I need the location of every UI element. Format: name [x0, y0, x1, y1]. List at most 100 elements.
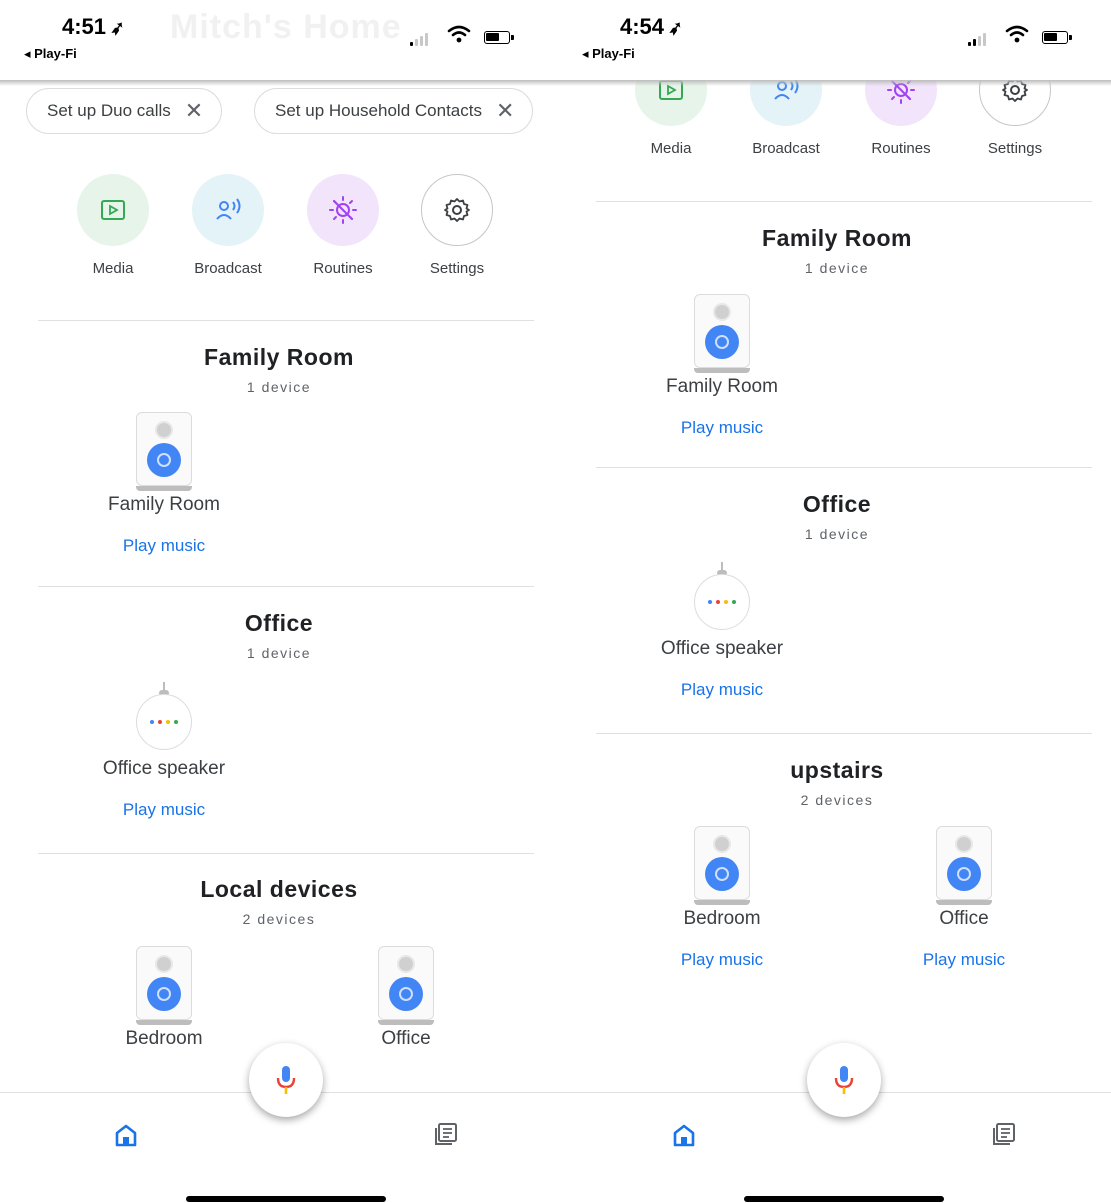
play-music-link[interactable]: Play music [622, 950, 822, 970]
device-bedroom[interactable]: Bedroom Play music [622, 826, 822, 970]
media-icon [77, 174, 149, 246]
device-office-speaker[interactable]: Office speaker Play music [622, 562, 822, 700]
voice-assistant-button[interactable] [249, 1043, 323, 1117]
status-time: 4:51 ➶ [62, 14, 127, 40]
room-title-upstairs: upstairs [790, 757, 884, 783]
room-device-count: 1 device [804, 260, 870, 276]
divider [596, 201, 1092, 202]
home-indicator[interactable] [186, 1196, 386, 1202]
close-icon[interactable]: ✕ [496, 100, 514, 122]
room-title-office: Office [802, 491, 872, 517]
mini-speaker-icon [694, 562, 750, 630]
home-icon[interactable] [671, 1122, 697, 1148]
signal-icon [968, 30, 986, 46]
battery-icon [1042, 31, 1072, 44]
room-title-family-room: Family Room [762, 225, 912, 251]
settings-icon [421, 174, 493, 246]
location-arrow-icon: ➶ [108, 16, 127, 40]
speaker-icon [694, 826, 750, 905]
chip-label: Set up Household Contacts [275, 101, 482, 120]
divider [38, 320, 534, 321]
home-icon[interactable] [113, 1122, 139, 1148]
battery-icon [484, 31, 514, 44]
device-office[interactable]: Office [306, 946, 506, 1050]
chip-label: Set up Duo calls [47, 101, 171, 120]
shortcut-label: Routines [313, 260, 373, 277]
divider [596, 733, 1092, 734]
divider [38, 586, 534, 587]
shortcut-label: Broadcast [752, 140, 820, 157]
routines-icon [307, 174, 379, 246]
room-title-local-devices: Local devices [200, 876, 358, 902]
speaker-icon [136, 412, 192, 491]
wifi-icon [1005, 25, 1029, 43]
room-device-count: 1 device [804, 526, 870, 542]
broadcast-icon [192, 174, 264, 246]
device-office-speaker[interactable]: Office speaker Play music [64, 682, 264, 820]
play-music-link[interactable]: Play music [64, 536, 264, 556]
device-name: Office [939, 908, 989, 929]
shortcut-label: Broadcast [194, 260, 262, 277]
broadcast-button[interactable]: Broadcast [173, 174, 283, 277]
voice-assistant-button[interactable] [807, 1043, 881, 1117]
room-device-count: 2 devices [800, 792, 874, 808]
back-to-app-link[interactable]: ◂ Play-Fi [24, 46, 77, 62]
play-music-link[interactable]: Play music [622, 418, 822, 438]
device-name: Bedroom [683, 908, 761, 929]
microphone-icon [834, 1066, 854, 1094]
speaker-icon [378, 946, 434, 1025]
close-icon[interactable]: ✕ [185, 100, 203, 122]
speaker-icon [694, 294, 750, 373]
time-text: 4:51 [62, 14, 107, 39]
header-shadow [558, 80, 1111, 86]
feed-icon[interactable] [991, 1121, 1017, 1147]
room-device-count: 2 devices [242, 911, 316, 927]
shortcut-label: Settings [429, 260, 485, 277]
divider [596, 467, 1092, 468]
device-office[interactable]: Office Play music [864, 826, 1064, 970]
device-name: Family Room [666, 376, 778, 397]
device-family-room[interactable]: Family Room Play music [622, 294, 822, 438]
status-bar: Mitch's Home 4:51 ➶ ◂ Play-Fi [0, 0, 558, 80]
divider [38, 853, 534, 854]
signal-icon [410, 30, 428, 46]
settings-button[interactable]: Settings [402, 174, 512, 277]
wifi-icon [447, 25, 471, 43]
duo-calls-chip[interactable]: Set up Duo calls ✕ [26, 88, 223, 134]
mini-speaker-icon [136, 682, 192, 750]
header-shadow [0, 80, 558, 86]
household-contacts-chip[interactable]: Set up Household Contacts ✕ [254, 88, 534, 134]
room-device-count: 1 device [246, 379, 312, 395]
shortcut-label: Settings [987, 140, 1043, 157]
media-button[interactable]: Media [58, 174, 168, 277]
device-name: Bedroom [125, 1028, 203, 1049]
play-music-link[interactable]: Play music [622, 680, 822, 700]
location-arrow-icon: ➶ [666, 16, 685, 40]
status-time: 4:54 ➶ [620, 14, 685, 40]
screen-right: 4:54 ➶ ◂ Play-Fi Media Broadcast Routines [558, 0, 1111, 1203]
time-text: 4:54 [620, 14, 665, 39]
play-music-link[interactable]: Play music [64, 800, 264, 820]
device-bedroom[interactable]: Bedroom [64, 946, 264, 1050]
home-indicator[interactable] [744, 1196, 944, 1202]
speaker-icon [936, 826, 992, 905]
faded-home-title: Mitch's Home [170, 8, 402, 46]
device-name: Office speaker [102, 758, 226, 779]
room-title-family-room: Family Room [204, 344, 354, 370]
shortcut-label: Routines [871, 140, 931, 157]
device-name: Family Room [108, 494, 220, 515]
speaker-icon [136, 946, 192, 1025]
shortcut-label: Media [650, 140, 692, 157]
microphone-icon [276, 1066, 296, 1094]
routines-button[interactable]: Routines [288, 174, 398, 277]
screen-left: Mitch's Home 4:51 ➶ ◂ Play-Fi Set up Duo … [0, 0, 558, 1203]
room-title-office: Office [244, 610, 314, 636]
status-bar: 4:54 ➶ ◂ Play-Fi [558, 0, 1111, 80]
device-family-room[interactable]: Family Room Play music [64, 412, 264, 556]
back-to-app-link[interactable]: ◂ Play-Fi [582, 46, 635, 62]
device-name: Office speaker [660, 638, 784, 659]
feed-icon[interactable] [433, 1121, 459, 1147]
play-music-link[interactable]: Play music [864, 950, 1064, 970]
device-name: Office [381, 1028, 431, 1049]
room-device-count: 1 device [246, 645, 312, 661]
